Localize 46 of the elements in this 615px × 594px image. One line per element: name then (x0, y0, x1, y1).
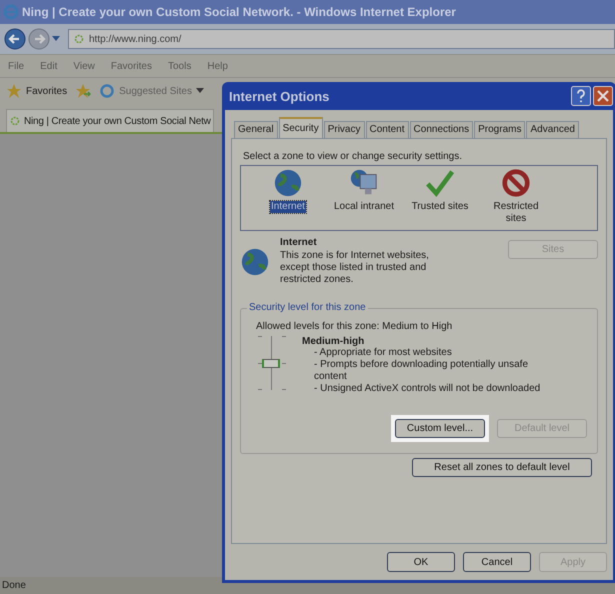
zone-item[interactable]: Trusted sites (410, 201, 470, 213)
dialog-tab[interactable]: Security (278, 117, 323, 138)
address-field[interactable]: http://www.ning.com/ (68, 29, 615, 49)
forbidden-icon[interactable] (501, 168, 531, 198)
zone-name: Internet (280, 237, 318, 248)
dialog-title: Internet Options (229, 88, 330, 104)
zone-prompt: Select a zone to view or change security settings. (243, 151, 464, 162)
level-description: - Appropriate for most websites (313, 347, 453, 359)
history-dropdown-icon[interactable] (52, 36, 60, 42)
dialog-tab[interactable]: Advanced (526, 121, 579, 138)
close-button[interactable] (593, 86, 613, 106)
dialog-tab[interactable]: Content (366, 121, 409, 138)
star-icon (6, 83, 22, 99)
group-legend: Security level for this zone (247, 302, 368, 313)
status-text: Done (2, 580, 26, 591)
dialog-button[interactable]: OK (387, 552, 455, 572)
level-description: - Unsigned ActiveX controls will not be downloaded (313, 383, 542, 395)
security-level-slider[interactable] (256, 336, 288, 390)
browser-tab[interactable]: Ning | Create your own Custom Social Netw (6, 109, 214, 132)
site-icon (73, 33, 85, 45)
browser-logo-icon (99, 83, 116, 99)
globe-icon[interactable] (273, 168, 303, 198)
level-name: Medium-high (302, 336, 366, 347)
reset-zones-button[interactable]: Reset all zones to default level (412, 458, 592, 477)
dialog-tab[interactable]: Programs (474, 121, 526, 138)
zone-item[interactable]: Internet (270, 201, 306, 213)
dialog-tab[interactable]: General (234, 121, 278, 138)
dialog-tab[interactable]: Privacy (324, 121, 364, 138)
allowed-levels-text: Allowed levels for this zone: Medium to High (256, 321, 454, 332)
help-button[interactable] (571, 86, 591, 106)
level-description: - Prompts before downloading potentially unsafe content (313, 359, 530, 383)
dialog-tab[interactable]: Connections (410, 121, 474, 138)
browser-logo-icon (3, 4, 19, 20)
zone-item[interactable]: Local intranet (332, 201, 396, 213)
favorites-button[interactable]: Favorites (6, 83, 68, 99)
slider-thumb[interactable] (262, 359, 280, 368)
zone-item[interactable]: Restricted sites (481, 201, 551, 225)
zone-description: This zone is for Internet websites, except those listed in trusted and restricted zones. (280, 250, 430, 286)
back-button[interactable] (4, 28, 26, 50)
globe-icon (240, 247, 270, 277)
site-icon (9, 115, 21, 127)
highlighted-button[interactable]: Custom level... (395, 419, 485, 438)
dropdown-icon (196, 88, 204, 94)
window-title: Ning | Create your own Custom Social Network. - Windows Internet Explorer (22, 5, 456, 19)
check-icon[interactable] (425, 168, 455, 198)
dialog-button[interactable]: Cancel (463, 552, 531, 572)
